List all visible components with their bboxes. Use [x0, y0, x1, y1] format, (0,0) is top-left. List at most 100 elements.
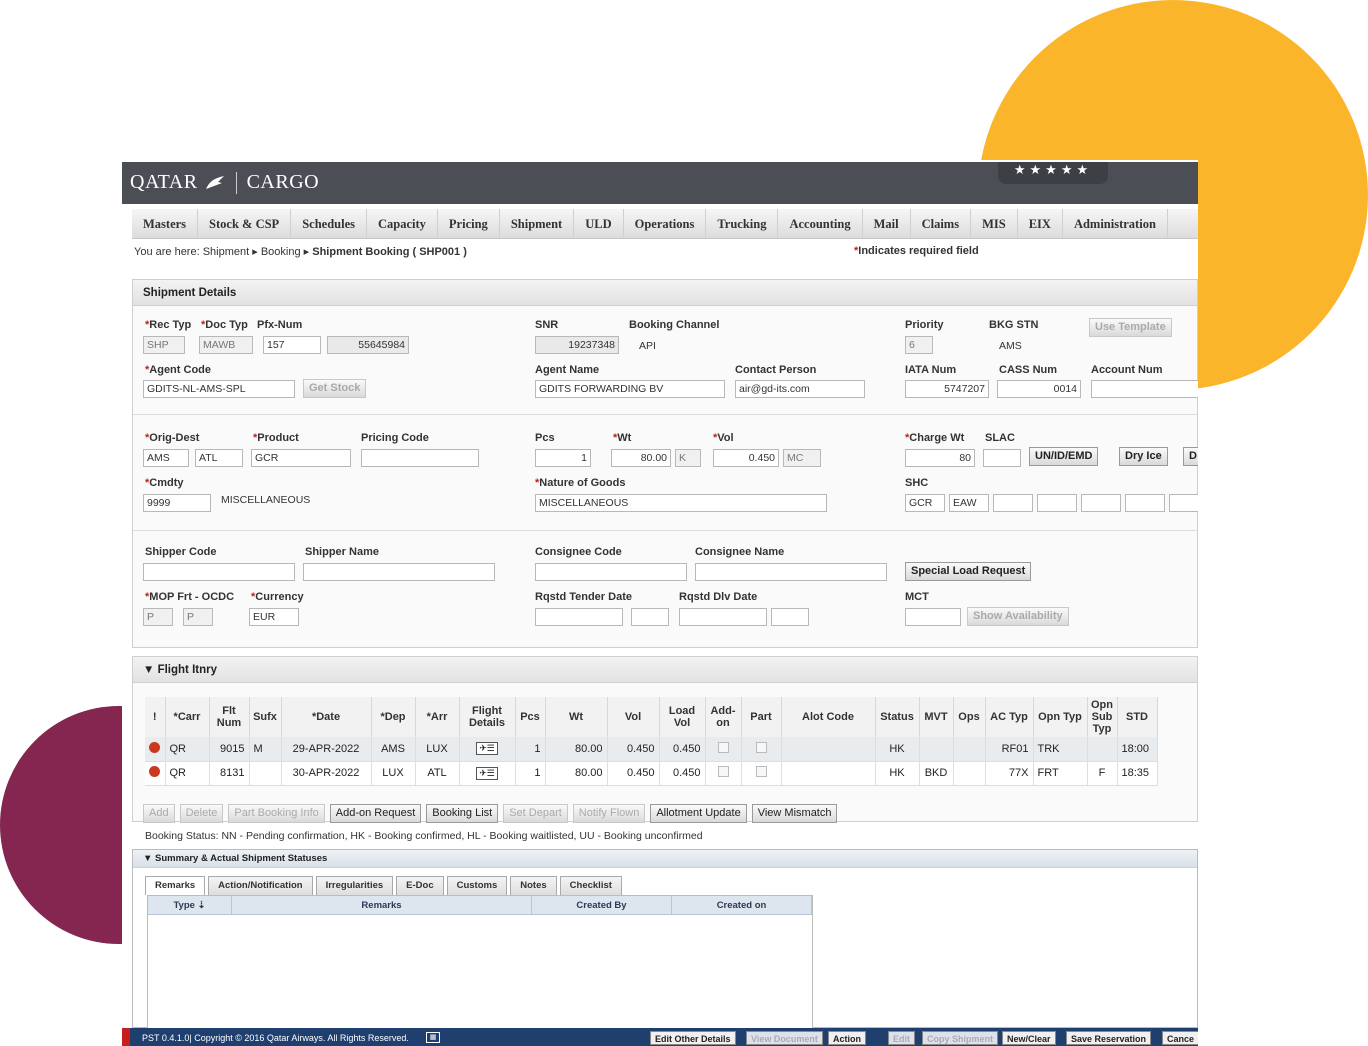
- un-id-emd-button[interactable]: UN/ID/EMD: [1029, 447, 1099, 466]
- delete-button[interactable]: Delete: [179, 804, 224, 823]
- rqstd-dlv-date-field[interactable]: [679, 608, 767, 626]
- destination-field[interactable]: ATL: [195, 449, 243, 467]
- grid-col-created-by[interactable]: Created By: [532, 896, 672, 914]
- summary-title[interactable]: ▼ Summary & Actual Shipment Statuses: [133, 850, 1197, 868]
- notify-flown-button[interactable]: Notify Flown: [572, 804, 646, 823]
- awb-number-field[interactable]: 55645984: [327, 336, 409, 354]
- rqstd-dlv-time-field[interactable]: [771, 608, 809, 626]
- dry-ice-button[interactable]: Dry Ice: [1119, 447, 1168, 466]
- view-mismatch-button[interactable]: View Mismatch: [751, 804, 838, 823]
- tab-irregularities[interactable]: Irregularities: [315, 876, 394, 895]
- footer-action-button[interactable]: Action: [828, 1031, 866, 1045]
- collapse-triangle-icon[interactable]: ▼: [143, 664, 158, 676]
- get-stock-button[interactable]: Get Stock: [303, 379, 367, 398]
- d-button[interactable]: D: [1183, 447, 1198, 466]
- consignee-code-field[interactable]: [535, 563, 687, 581]
- part-checkbox[interactable]: [741, 737, 782, 762]
- consignee-name-field[interactable]: [695, 563, 887, 581]
- collapse-triangle-icon[interactable]: ▼: [143, 853, 155, 864]
- volume-field[interactable]: 0.450: [713, 449, 779, 467]
- flight-itinerary-title[interactable]: ▼ Flight Itnry: [133, 657, 1197, 683]
- shc-field-7[interactable]: [1169, 494, 1198, 512]
- contact-person-field[interactable]: air@gd-its.com: [735, 380, 865, 398]
- pieces-field[interactable]: 1: [535, 449, 591, 467]
- menu-item-mail[interactable]: Mail: [863, 209, 911, 238]
- doc-typ-field[interactable]: MAWB: [199, 336, 253, 354]
- charge-weight-field[interactable]: 80: [905, 449, 975, 467]
- shipper-code-field[interactable]: [143, 563, 295, 581]
- shc-field-6[interactable]: [1125, 494, 1165, 512]
- slac-field[interactable]: [983, 449, 1021, 467]
- shc-field-1[interactable]: GCR: [905, 494, 945, 512]
- add-on-request-button[interactable]: Add-on Request: [329, 804, 422, 823]
- prefix-field[interactable]: 157: [263, 336, 321, 354]
- menu-item-shipment[interactable]: Shipment: [500, 209, 575, 238]
- grid-col-remarks[interactable]: Remarks: [232, 896, 532, 914]
- menu-item-pricing[interactable]: Pricing: [438, 209, 500, 238]
- checkbox[interactable]: [755, 741, 767, 753]
- cass-num-field[interactable]: 0014: [997, 380, 1081, 398]
- flight-row[interactable]: QR 8131 30-APR-2022 LUX ATL ✈☰ 1 80.00 0.450 0.45…: [145, 761, 1158, 786]
- tab-customs[interactable]: Customs: [446, 876, 508, 895]
- volume-unit-field[interactable]: MC: [783, 449, 821, 467]
- sort-icon[interactable]: ⇣: [195, 900, 206, 911]
- iata-num-field[interactable]: 5747207: [905, 380, 989, 398]
- menu-item-administration[interactable]: Administration: [1063, 209, 1168, 238]
- mct-field[interactable]: [905, 608, 961, 626]
- shc-field-5[interactable]: [1081, 494, 1121, 512]
- menu-item-mis[interactable]: MIS: [971, 209, 1018, 238]
- mop-ocdc-field[interactable]: P: [183, 608, 213, 626]
- tab-checklist[interactable]: Checklist: [559, 876, 622, 895]
- rqstd-tender-date-field[interactable]: [535, 608, 623, 626]
- part-checkbox[interactable]: [741, 761, 782, 786]
- tab-e-doc[interactable]: E-Doc: [396, 876, 444, 895]
- special-load-request-button[interactable]: Special Load Request: [905, 562, 1032, 581]
- product-field[interactable]: GCR: [251, 449, 351, 467]
- part-booking-info-button[interactable]: Part Booking Info: [228, 804, 325, 823]
- pricing-code-field[interactable]: [361, 449, 479, 467]
- set-depart-button[interactable]: Set Depart: [503, 804, 568, 823]
- tab-action-notification[interactable]: Action/Notification: [208, 876, 313, 895]
- tab-notes[interactable]: Notes: [510, 876, 557, 895]
- menu-item-operations[interactable]: Operations: [624, 209, 707, 238]
- origin-field[interactable]: AMS: [143, 449, 189, 467]
- menu-item-accounting[interactable]: Accounting: [778, 209, 863, 238]
- menu-item-stock-csp[interactable]: Stock & CSP: [198, 209, 292, 238]
- footer-edit-button[interactable]: Edit: [888, 1031, 915, 1045]
- rec-typ-field[interactable]: SHP: [143, 336, 185, 354]
- commodity-field[interactable]: 9999: [143, 494, 211, 512]
- tab-remarks[interactable]: Remarks: [145, 876, 206, 895]
- currency-field[interactable]: EUR: [249, 608, 299, 626]
- keyboard-icon[interactable]: ▦: [426, 1032, 440, 1043]
- nature-of-goods-field[interactable]: MISCELLANEOUS: [535, 494, 827, 512]
- grid-col-type[interactable]: Type ⇣: [148, 896, 232, 914]
- use-template-button[interactable]: Use Template: [1089, 318, 1172, 337]
- menu-item-eix[interactable]: EIX: [1018, 209, 1063, 238]
- shc-field-3[interactable]: [993, 494, 1033, 512]
- breadcrumb-booking[interactable]: Booking: [261, 246, 301, 258]
- priority-field[interactable]: 6: [905, 336, 933, 354]
- agent-code-field[interactable]: GDITS-NL-AMS-SPL: [143, 380, 295, 398]
- mop-frt-field[interactable]: P: [143, 608, 173, 626]
- allotment-update-button[interactable]: Allotment Update: [650, 804, 747, 823]
- checkbox[interactable]: [755, 766, 767, 777]
- footer-cance-button[interactable]: Cance: [1162, 1031, 1198, 1045]
- menu-item-capacity[interactable]: Capacity: [367, 209, 438, 238]
- shipper-name-field[interactable]: [303, 563, 495, 581]
- footer-copy-shipment-button[interactable]: Copy Shipment: [922, 1031, 999, 1045]
- add-on-checkbox[interactable]: [705, 761, 742, 786]
- shc-field-2[interactable]: EAW: [949, 494, 989, 512]
- menu-item-uld[interactable]: ULD: [574, 209, 624, 238]
- footer-view-document-button[interactable]: View Document: [746, 1031, 823, 1045]
- grid-col-created-on[interactable]: Created on: [672, 896, 812, 914]
- weight-field[interactable]: 80.00: [611, 449, 671, 467]
- flight-row[interactable]: QR 9015 M 29-APR-2022 AMS LUX ✈☰ 1 80.00 0.450 0.4…: [145, 737, 1158, 762]
- shc-field-4[interactable]: [1037, 494, 1077, 512]
- flight-details-icon[interactable]: ✈☰: [459, 737, 516, 762]
- footer-edit-other-details-button[interactable]: Edit Other Details: [650, 1031, 736, 1045]
- weight-unit-field[interactable]: K: [675, 449, 701, 467]
- footer-save-reservation-button[interactable]: Save Reservation: [1066, 1031, 1152, 1045]
- menu-item-trucking[interactable]: Trucking: [706, 209, 779, 238]
- menu-item-masters[interactable]: Masters: [132, 209, 199, 238]
- add-button[interactable]: Add: [143, 804, 175, 823]
